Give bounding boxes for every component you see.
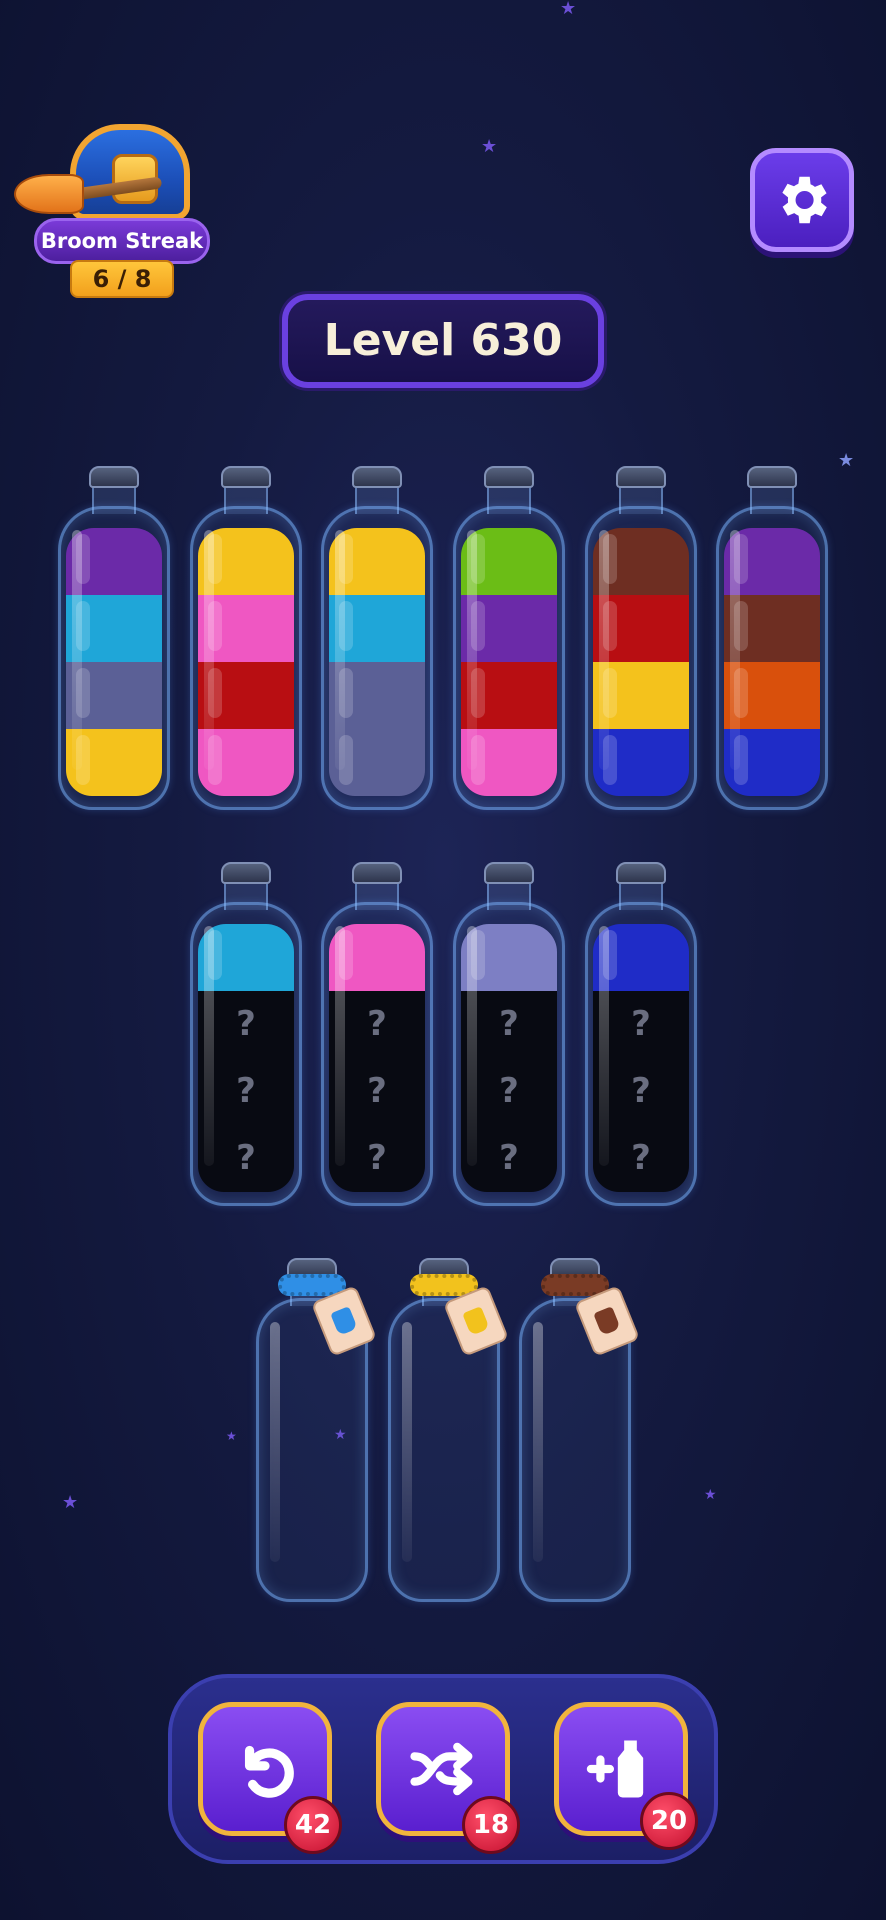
bottle-5[interactable] [585, 466, 697, 810]
bottle-10[interactable]: ??? [585, 862, 697, 1206]
glass-shine [599, 530, 609, 770]
bottle-cap [221, 862, 271, 884]
bottle-neck [224, 880, 268, 910]
star-decoration: ★ [62, 1492, 79, 1513]
broom-head-icon [14, 174, 84, 214]
bottle-8[interactable]: ??? [321, 862, 433, 1206]
bottle-cap [352, 466, 402, 488]
star-decoration: ★ [226, 1429, 237, 1443]
bottle-neck [487, 880, 531, 910]
glass-shine [467, 530, 477, 770]
bottle-7[interactable]: ??? [190, 862, 302, 1206]
bottle-cap [484, 466, 534, 488]
bottle-neck [619, 484, 663, 514]
glass-shine [204, 530, 214, 770]
bottle-neck [619, 880, 663, 910]
bottle-neck [487, 484, 531, 514]
broom-streak-widget[interactable]: Broom Streak 6 / 8 [12, 118, 210, 304]
locked-bottle-3[interactable] [519, 1258, 641, 1602]
undo-count-badge: 42 [284, 1796, 342, 1854]
settings-button[interactable] [750, 148, 854, 252]
glass-shine [533, 1322, 543, 1562]
glass-shine [335, 530, 345, 770]
bottle-1[interactable] [58, 466, 170, 810]
locked-bottle-1[interactable] [256, 1258, 378, 1602]
bottle-cap [616, 862, 666, 884]
bottle-3[interactable] [321, 466, 433, 810]
add-bottle-icon [586, 1740, 644, 1798]
potion-icon [593, 1306, 621, 1336]
shuffle-icon [410, 1742, 473, 1796]
bottle-4[interactable] [453, 466, 565, 810]
add-bottle-count-badge: 20 [640, 1792, 698, 1850]
bottle-9[interactable]: ??? [453, 862, 565, 1206]
bottle-cap [484, 862, 534, 884]
locked-bottle-2[interactable] [388, 1258, 510, 1602]
glass-shine [467, 926, 477, 1166]
glass-shine [270, 1322, 280, 1562]
bottle-cap [616, 466, 666, 488]
bottle-2[interactable] [190, 466, 302, 810]
bottle-neck [92, 484, 136, 514]
shuffle-count-badge: 18 [462, 1796, 520, 1854]
bottle-6[interactable] [716, 466, 828, 810]
glass-shine [730, 530, 740, 770]
streak-count: 6 / 8 [70, 260, 174, 298]
glass-shine [402, 1322, 412, 1562]
bottle-neck [355, 484, 399, 514]
bottle-neck [224, 484, 268, 514]
level-title: Level 630 [282, 294, 604, 388]
potion-icon [330, 1306, 358, 1336]
gear-icon [782, 176, 827, 224]
star-decoration: ★ [560, 0, 577, 19]
star-decoration: ★ [481, 136, 498, 157]
star-decoration: ★ [838, 450, 855, 471]
bottle-cap [221, 466, 271, 488]
undo-icon [244, 1745, 294, 1798]
bottle-neck [355, 880, 399, 910]
bottle-neck [750, 484, 794, 514]
glass-shine [72, 530, 82, 770]
bottle-cap [747, 466, 797, 488]
potion-icon [462, 1306, 490, 1336]
glass-shine [204, 926, 214, 1166]
glass-shine [599, 926, 609, 1166]
bottle-cap [89, 466, 139, 488]
star-decoration: ★ [704, 1487, 717, 1503]
streak-label: Broom Streak [34, 218, 210, 264]
glass-shine [335, 926, 345, 1166]
bottle-cap [352, 862, 402, 884]
